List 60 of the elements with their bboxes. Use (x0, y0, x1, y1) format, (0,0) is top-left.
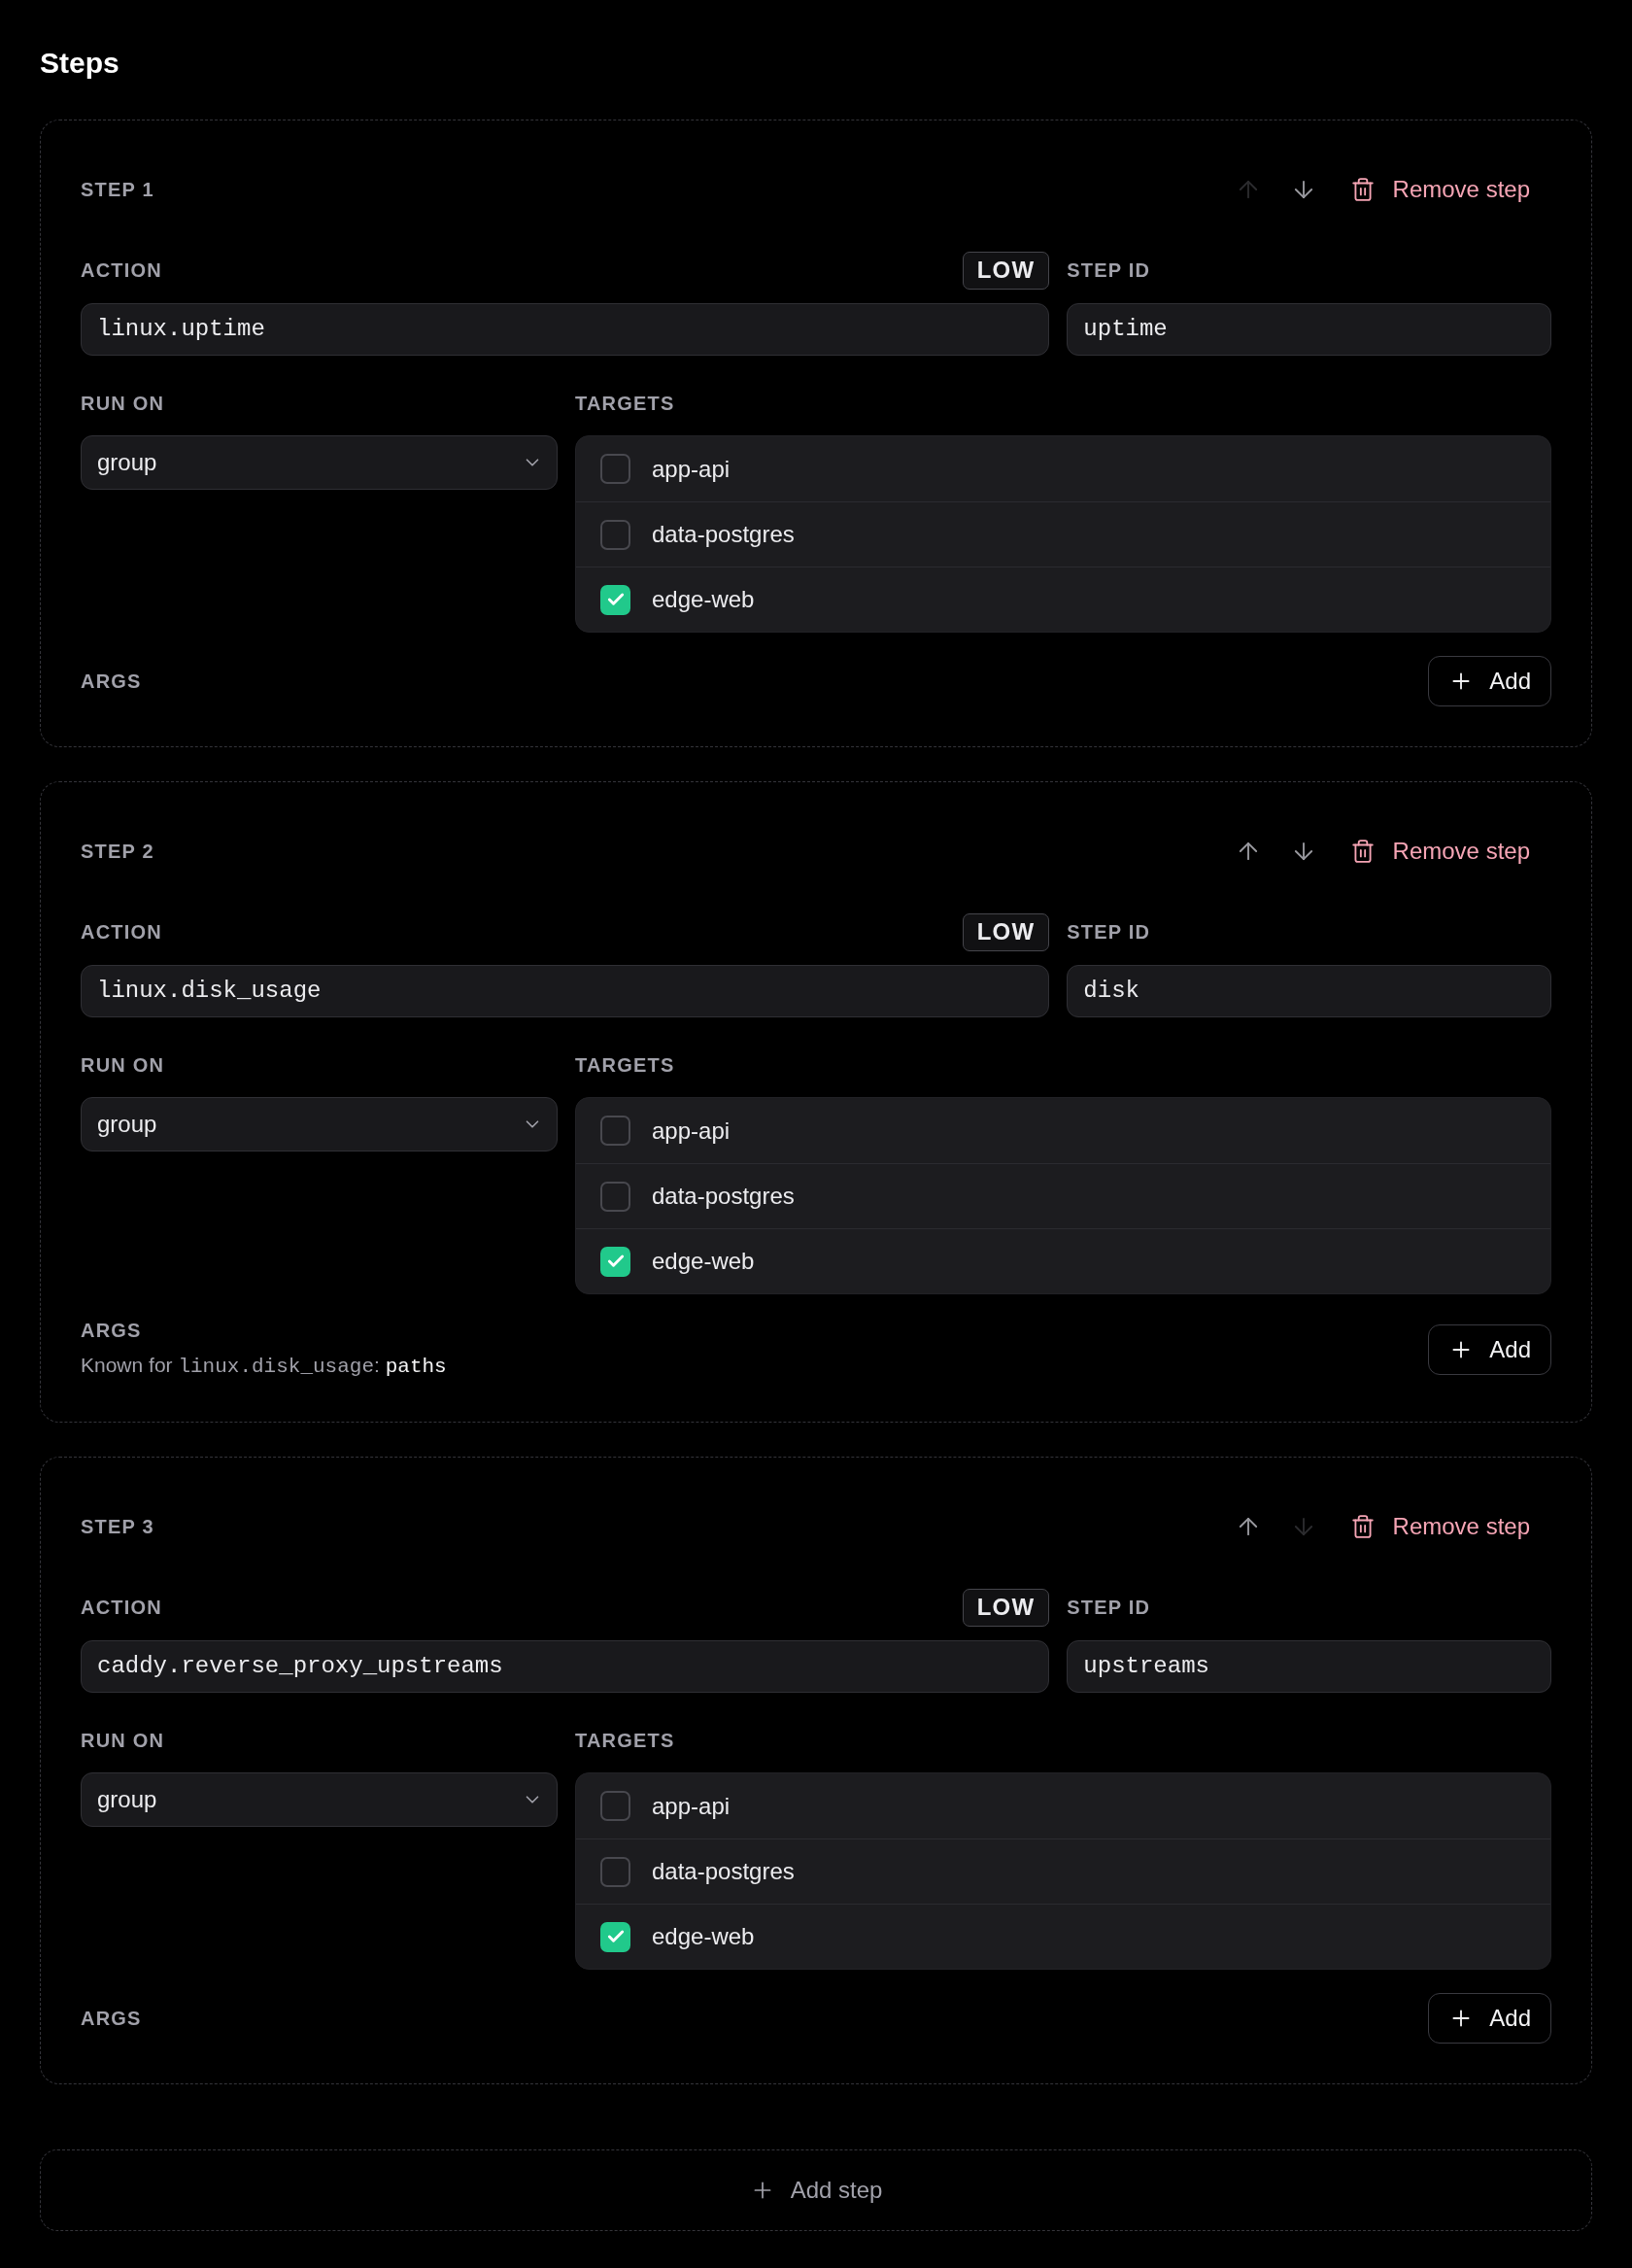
checkbox[interactable] (600, 519, 630, 550)
action-input[interactable]: linux.uptime (81, 303, 1050, 356)
remove-step-button[interactable]: Remove step (1338, 1504, 1542, 1549)
step-id-input[interactable]: uptime (1067, 303, 1551, 356)
target-name: data-postgres (652, 520, 795, 549)
remove-step-button[interactable]: Remove step (1338, 829, 1542, 874)
field-label: ARGS (81, 670, 142, 694)
action-input[interactable]: caddy.reverse_proxy_upstreams (81, 1640, 1050, 1693)
target-name: app-api (652, 1116, 731, 1146)
risk-badge: LOW (962, 1588, 1050, 1627)
field-label: TARGETS (575, 1053, 675, 1078)
trash-icon (1349, 839, 1376, 864)
field-label: RUN ON (81, 1729, 165, 1753)
checkbox[interactable] (600, 1791, 630, 1821)
field-label: TARGETS (575, 1729, 675, 1753)
checkbox[interactable] (600, 1856, 630, 1887)
run-on-select[interactable]: group (81, 1772, 558, 1827)
checkbox[interactable] (600, 454, 630, 484)
field-label: ACTION (81, 1596, 162, 1620)
target-name: data-postgres (652, 1857, 795, 1886)
risk-badge: LOW (962, 251, 1050, 290)
target-name: app-api (652, 454, 731, 484)
add-arg-button[interactable]: Add (1428, 1993, 1551, 2044)
risk-badge: LOW (962, 912, 1050, 951)
field-label: ARGS (81, 2007, 142, 2031)
target-name: edge-web (652, 1247, 755, 1276)
step-label: STEP 3 (81, 1515, 154, 1539)
field-label: ARGS (81, 1319, 142, 1343)
action-input[interactable]: linux.disk_usage (81, 965, 1050, 1017)
step-label: STEP 1 (81, 178, 154, 202)
run-on-select[interactable]: group (81, 435, 558, 490)
checkbox[interactable] (600, 1246, 630, 1277)
field-label: RUN ON (81, 1053, 165, 1078)
step-id-input[interactable]: upstreams (1067, 1640, 1551, 1693)
target-name: app-api (652, 1791, 731, 1821)
field-label: STEP ID (1067, 1596, 1151, 1620)
field-label: ACTION (81, 920, 162, 945)
field-label: STEP ID (1067, 258, 1151, 283)
checkbox[interactable] (600, 1181, 630, 1212)
checkbox[interactable] (600, 1116, 630, 1146)
field-label: ACTION (81, 258, 162, 283)
field-label: RUN ON (81, 392, 165, 416)
checkbox[interactable] (600, 584, 630, 615)
step-label: STEP 2 (81, 840, 154, 864)
add-arg-button[interactable]: Add (1428, 1324, 1551, 1375)
checkbox[interactable] (600, 1921, 630, 1952)
section-title: Steps (40, 46, 119, 81)
remove-step-button[interactable]: Remove step (1338, 167, 1542, 212)
field-label: TARGETS (575, 392, 675, 416)
step-id-input[interactable]: disk (1067, 965, 1551, 1017)
target-name: edge-web (652, 585, 755, 614)
target-name: edge-web (652, 1922, 755, 1951)
args-hint: Known for linux.disk_usage: paths (81, 1353, 447, 1380)
field-label: STEP ID (1067, 920, 1151, 945)
trash-icon (1349, 177, 1376, 202)
trash-icon (1349, 1514, 1376, 1539)
add-arg-button[interactable]: Add (1428, 656, 1551, 706)
run-on-select[interactable]: group (81, 1097, 558, 1151)
add-step-button[interactable]: Add step (40, 2149, 1592, 2231)
target-name: data-postgres (652, 1182, 795, 1211)
